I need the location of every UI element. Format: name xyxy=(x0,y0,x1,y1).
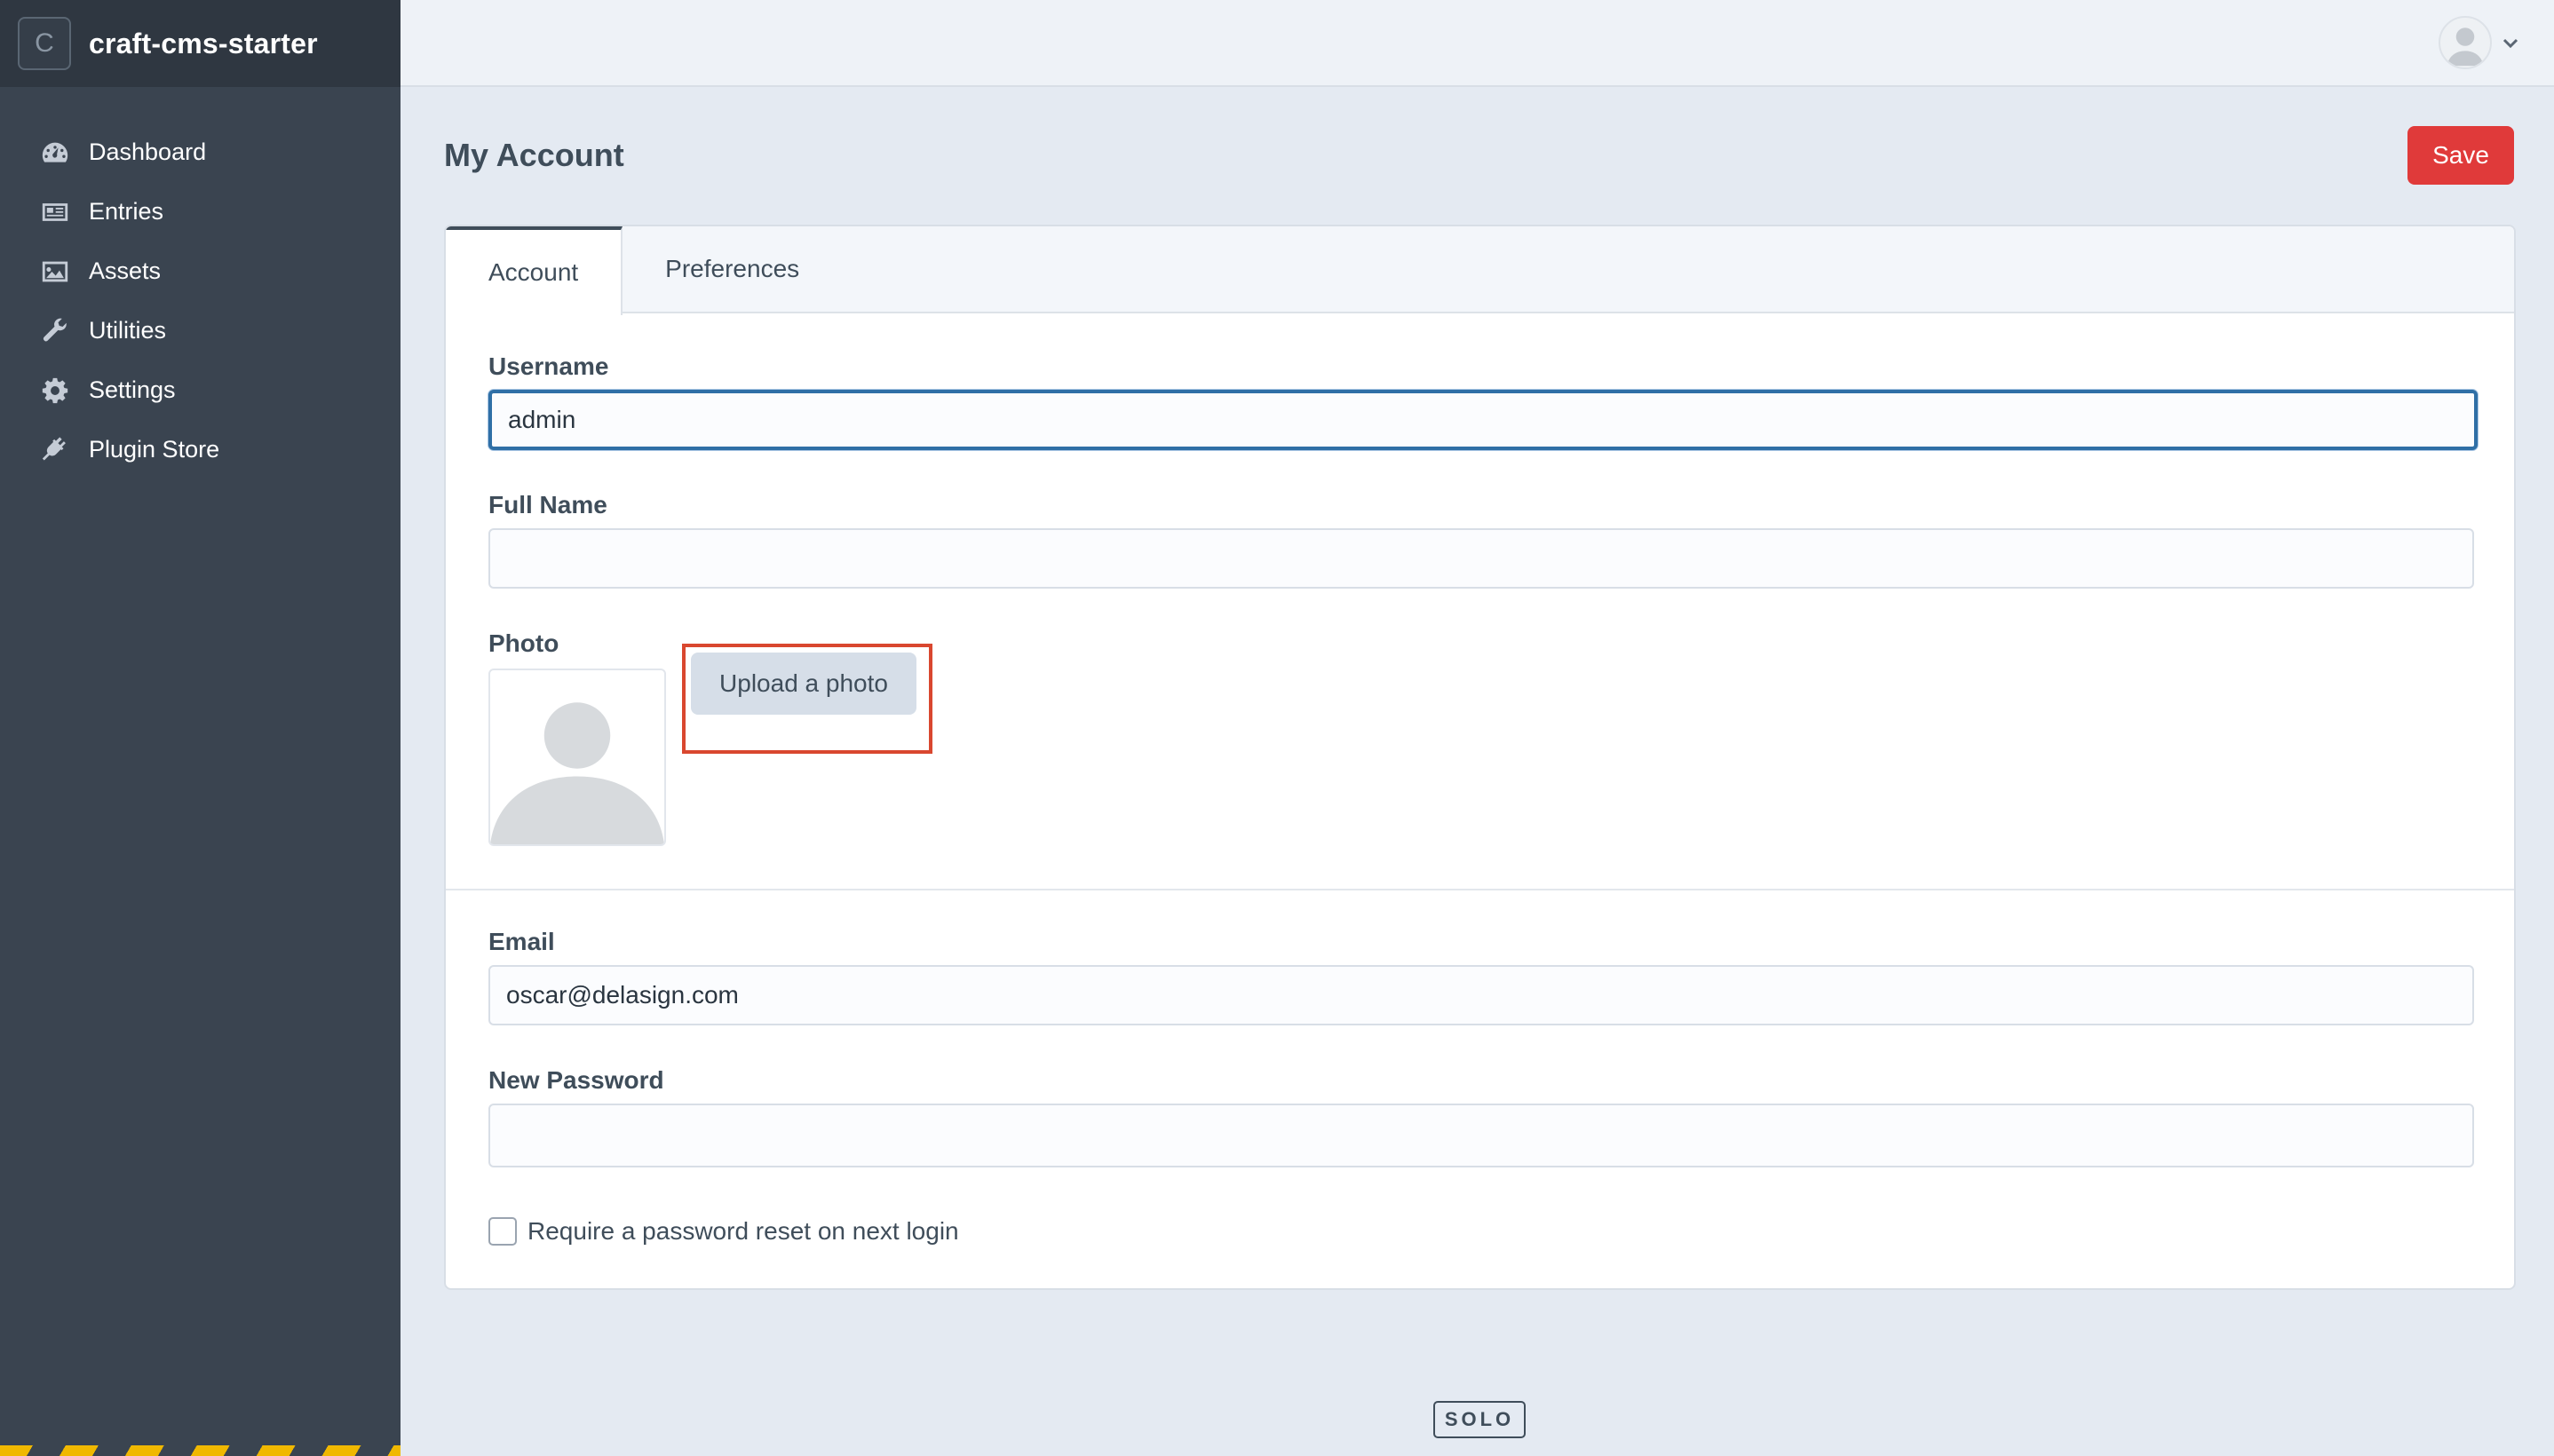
section-divider xyxy=(446,889,2514,890)
sidebar-item-settings[interactable]: Settings xyxy=(0,360,401,420)
sidebar-item-assets[interactable]: Assets xyxy=(0,241,401,301)
username-label: Username xyxy=(488,352,609,380)
sidebar-item-dashboard[interactable]: Dashboard xyxy=(0,123,401,182)
photo-label: Photo xyxy=(488,629,559,657)
photo-placeholder xyxy=(488,669,666,846)
site-name[interactable]: craft-cms-starter xyxy=(89,28,318,60)
sidebar: C craft-cms-starter Dashboard Entries As… xyxy=(0,0,401,1456)
main-content: My Account Save Account Preferences User… xyxy=(401,87,2554,1456)
sidebar-item-plugin-store[interactable]: Plugin Store xyxy=(0,420,401,479)
tab-account[interactable]: Account xyxy=(446,226,623,315)
sidebar-item-utilities[interactable]: Utilities xyxy=(0,301,401,360)
sidebar-item-label: Settings xyxy=(89,376,176,403)
sidebar-item-label: Entries xyxy=(89,198,164,225)
email-input[interactable] xyxy=(488,965,2474,1025)
sidebar-item-label: Utilities xyxy=(89,317,167,344)
sidebar-item-label: Dashboard xyxy=(89,138,207,165)
image-icon xyxy=(39,256,71,288)
sidebar-header: C craft-cms-starter xyxy=(0,0,401,87)
page-title: My Account xyxy=(444,137,624,173)
upload-photo-button[interactable]: Upload a photo xyxy=(691,653,916,715)
username-input[interactable] xyxy=(488,390,2478,450)
plug-icon xyxy=(39,434,71,466)
new-password-label: New Password xyxy=(488,1066,664,1094)
sidebar-item-label: Plugin Store xyxy=(89,436,220,463)
dev-mode-stripe xyxy=(0,1445,401,1456)
sidebar-nav: Dashboard Entries Assets Utilities Setti… xyxy=(0,87,401,479)
require-reset-checkbox[interactable] xyxy=(488,1217,517,1246)
save-button[interactable]: Save xyxy=(2407,126,2514,185)
require-reset-label: Require a password reset on next login xyxy=(527,1217,959,1245)
user-avatar-icon xyxy=(2439,16,2492,69)
email-label: Email xyxy=(488,928,555,955)
sidebar-item-entries[interactable]: Entries xyxy=(0,182,401,241)
tab-bar: Account Preferences xyxy=(446,226,2514,315)
account-form-card: Account Preferences Username Full Name P… xyxy=(444,225,2516,1290)
require-reset-checkbox-row[interactable]: Require a password reset on next login xyxy=(488,1217,959,1246)
full-name-input[interactable] xyxy=(488,528,2474,589)
user-menu[interactable] xyxy=(2439,16,2520,69)
wrench-icon xyxy=(39,315,71,347)
newspaper-icon xyxy=(39,196,71,228)
sidebar-item-label: Assets xyxy=(89,257,162,284)
top-bar xyxy=(401,0,2554,87)
full-name-label: Full Name xyxy=(488,491,607,518)
gauge-icon xyxy=(39,137,71,169)
edition-badge: SOLO xyxy=(1433,1401,1526,1438)
site-badge[interactable]: C xyxy=(18,17,71,70)
new-password-input[interactable] xyxy=(488,1104,2474,1167)
chevron-down-icon xyxy=(2501,33,2520,52)
user-silhouette-icon xyxy=(490,702,664,844)
tab-preferences[interactable]: Preferences xyxy=(623,226,842,312)
gear-icon xyxy=(39,375,71,407)
